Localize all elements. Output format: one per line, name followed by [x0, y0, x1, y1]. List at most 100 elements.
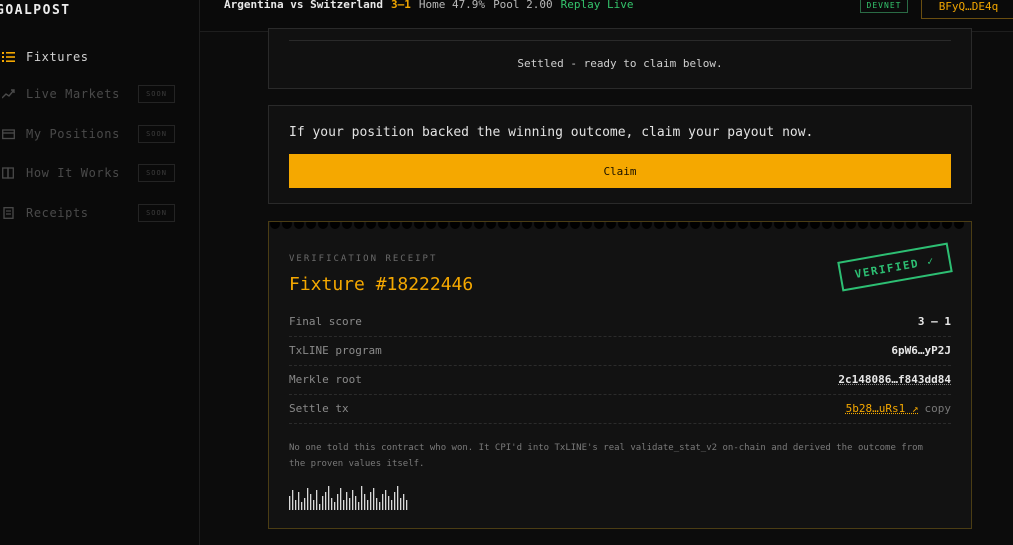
- scallop-notch: [954, 222, 964, 229]
- scallop-notch: [810, 222, 820, 229]
- scallop-notch: [546, 222, 556, 229]
- receipt-title: Fixture #18222446: [289, 274, 474, 295]
- sidebar-item-receipts[interactable]: Receipts SOON: [0, 203, 176, 223]
- barcode-bar: [328, 486, 330, 510]
- barcode-bar: [340, 488, 342, 510]
- sidebar: GOALPOST Fixtures Live Markets SOON My P…: [0, 0, 200, 545]
- brand-logo[interactable]: GOALPOST: [0, 3, 71, 18]
- barcode-bar: [403, 494, 405, 510]
- scallop-notch: [366, 222, 376, 229]
- receipt-row-merkle-root: Merkle root 2c148086…f843dd84: [289, 366, 951, 395]
- scallop-notch: [714, 222, 724, 229]
- sidebar-item-my-positions[interactable]: My Positions SOON: [0, 124, 176, 144]
- barcode-bar: [355, 496, 357, 510]
- network-badge: DEVNET: [860, 0, 908, 13]
- sidebar-item-how-it-works[interactable]: How It Works SOON: [0, 163, 176, 183]
- scallop-notch: [510, 222, 520, 229]
- receipt-row-settle-tx: Settle tx 5b28…uRs1 ↗ copy: [289, 395, 951, 424]
- barcode-bar: [406, 500, 408, 510]
- trend-icon: [1, 87, 15, 101]
- home-odds: Home 47.9%: [418, 0, 486, 11]
- barcode-bar: [292, 490, 294, 510]
- wallet-button[interactable]: BFyQ…DE4q: [921, 0, 1013, 19]
- sidebar-item-fixtures[interactable]: Fixtures: [0, 47, 176, 67]
- barcode-bar: [310, 494, 312, 510]
- scallop-notch: [798, 222, 808, 229]
- scallop-notch: [306, 222, 316, 229]
- soon-badge: SOON: [138, 125, 175, 143]
- match-teams: Argentina vs Switzerland: [224, 0, 383, 11]
- scallop-notch: [498, 222, 508, 229]
- sidebar-item-label: Fixtures: [26, 50, 89, 64]
- scallop-notch: [438, 222, 448, 229]
- barcode-bar: [334, 502, 336, 510]
- scallop-notch: [534, 222, 544, 229]
- scallop-notch: [726, 222, 736, 229]
- copy-button[interactable]: copy: [925, 402, 952, 415]
- barcode-bar: [322, 496, 324, 510]
- scallop-notch: [270, 222, 280, 229]
- scallop-notch: [846, 222, 856, 229]
- barcode-bar: [358, 502, 360, 510]
- barcode-bar: [376, 498, 378, 510]
- barcode-bar: [352, 490, 354, 510]
- barcode-bar: [400, 498, 402, 510]
- scallop-notch: [702, 222, 712, 229]
- barcode-bar: [346, 492, 348, 510]
- scallop-notch: [654, 222, 664, 229]
- scallop-notch: [642, 222, 652, 229]
- scallop-notch: [930, 222, 940, 229]
- barcode-bar: [367, 500, 369, 510]
- barcode-bar: [331, 498, 333, 510]
- soon-badge: SOON: [138, 204, 175, 222]
- scallop-notch: [414, 222, 424, 229]
- sidebar-item-live-markets[interactable]: Live Markets SOON: [0, 84, 176, 104]
- scallop-notch: [834, 222, 844, 229]
- scallop-notch: [918, 222, 928, 229]
- barcode-bar: [385, 490, 387, 510]
- scallop-notch: [522, 222, 532, 229]
- merkle-root-value[interactable]: 2c148086…f843dd84: [838, 373, 951, 386]
- scallop-notch: [750, 222, 760, 229]
- receipt-edge-decoration: [270, 222, 964, 229]
- settle-tx-link[interactable]: 5b28…uRs1 ↗: [846, 402, 919, 415]
- row-label: Final score: [289, 315, 362, 328]
- barcode-bar: [307, 488, 309, 510]
- scallop-notch: [822, 222, 832, 229]
- settled-panel: Settled - ready to claim below.: [268, 28, 972, 89]
- barcode-bar: [337, 494, 339, 510]
- sidebar-item-label: How It Works: [26, 166, 120, 180]
- scallop-notch: [894, 222, 904, 229]
- scallop-notch: [462, 222, 472, 229]
- sidebar-item-label: Live Markets: [26, 87, 120, 101]
- barcode-bar: [394, 492, 396, 510]
- match-ticker: Argentina vs Switzerland 3–1 Home 47.9% Poo…: [224, 0, 634, 11]
- claim-button[interactable]: Claim: [289, 154, 951, 188]
- barcode-bar: [289, 496, 291, 510]
- scallop-notch: [486, 222, 496, 229]
- sidebar-item-label: My Positions: [26, 127, 120, 141]
- soon-badge: SOON: [138, 164, 175, 182]
- barcode-bar: [364, 494, 366, 510]
- row-value: 6pW6…yP2J: [891, 344, 951, 357]
- barcode-bar: [298, 492, 300, 510]
- scallop-notch: [906, 222, 916, 229]
- row-label: Merkle root: [289, 373, 362, 386]
- scallop-notch: [474, 222, 484, 229]
- scallop-notch: [582, 222, 592, 229]
- wallet-icon: [1, 127, 15, 141]
- row-label: Settle tx: [289, 402, 349, 415]
- scallop-notch: [678, 222, 688, 229]
- barcode-bar: [295, 500, 297, 510]
- scallop-notch: [870, 222, 880, 229]
- replay-live-link[interactable]: Replay Live: [561, 0, 634, 11]
- sidebar-item-label: Receipts: [26, 206, 89, 220]
- barcode-bar: [313, 500, 315, 510]
- barcode-bar: [349, 498, 351, 510]
- scallop-notch: [378, 222, 388, 229]
- row-label: TxLINE program: [289, 344, 382, 357]
- scallop-notch: [450, 222, 460, 229]
- scallop-notch: [594, 222, 604, 229]
- pool-size: Pool 2.00: [493, 0, 553, 11]
- scallop-notch: [690, 222, 700, 229]
